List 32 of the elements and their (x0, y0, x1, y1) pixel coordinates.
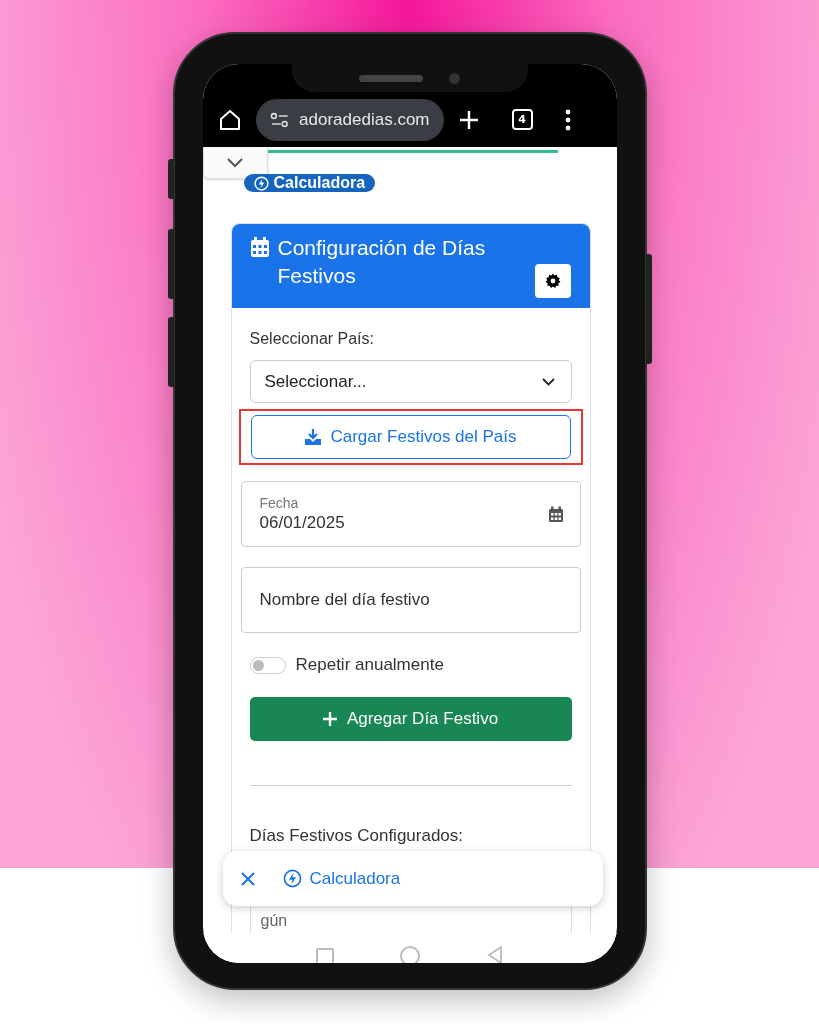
url-text: adoradedias.com (299, 109, 430, 130)
plus-icon (322, 712, 337, 726)
bolt-icon (253, 175, 269, 191)
date-field[interactable]: Fecha 06/01/2025 (240, 481, 581, 547)
holiday-name-field[interactable]: Nombre del día festivo (240, 567, 581, 633)
tab-count-button[interactable]: 4 (511, 109, 533, 130)
collapse-tab[interactable] (202, 147, 268, 179)
configured-heading: Días Festivos Configurados: (249, 826, 465, 846)
chevron-down-icon (541, 377, 555, 386)
site-settings-icon[interactable] (269, 110, 290, 129)
add-holiday-button[interactable]: Agregar Día Festivo (249, 697, 572, 741)
settings-button[interactable] (534, 264, 571, 298)
empty-text: gún (260, 912, 288, 929)
bolt-icon (282, 869, 302, 888)
card-title: Configuración de Días Festivos (277, 235, 487, 289)
download-icon (304, 429, 323, 445)
calculator-badge[interactable]: Calculadora (243, 174, 376, 192)
calendar-icon (249, 237, 270, 258)
home-icon[interactable] (217, 107, 242, 132)
load-holidays-button[interactable]: Cargar Festivos del País (250, 415, 571, 459)
close-icon[interactable] (240, 871, 255, 886)
menu-icon[interactable] (564, 108, 571, 131)
country-select[interactable]: Seleccionar... (249, 360, 572, 403)
address-bar[interactable]: adoradedias.com (255, 98, 444, 141)
new-tab-icon[interactable] (457, 108, 480, 131)
repeat-label: Repetir anualmente (295, 655, 444, 675)
repeat-toggle[interactable] (249, 656, 286, 674)
calculator-link[interactable]: Calculadora (282, 868, 401, 889)
settings-icon (544, 273, 561, 289)
calendar-icon[interactable] (547, 505, 564, 523)
country-label: Seleccionar País: (249, 330, 375, 348)
chevron-down-icon (227, 157, 243, 168)
